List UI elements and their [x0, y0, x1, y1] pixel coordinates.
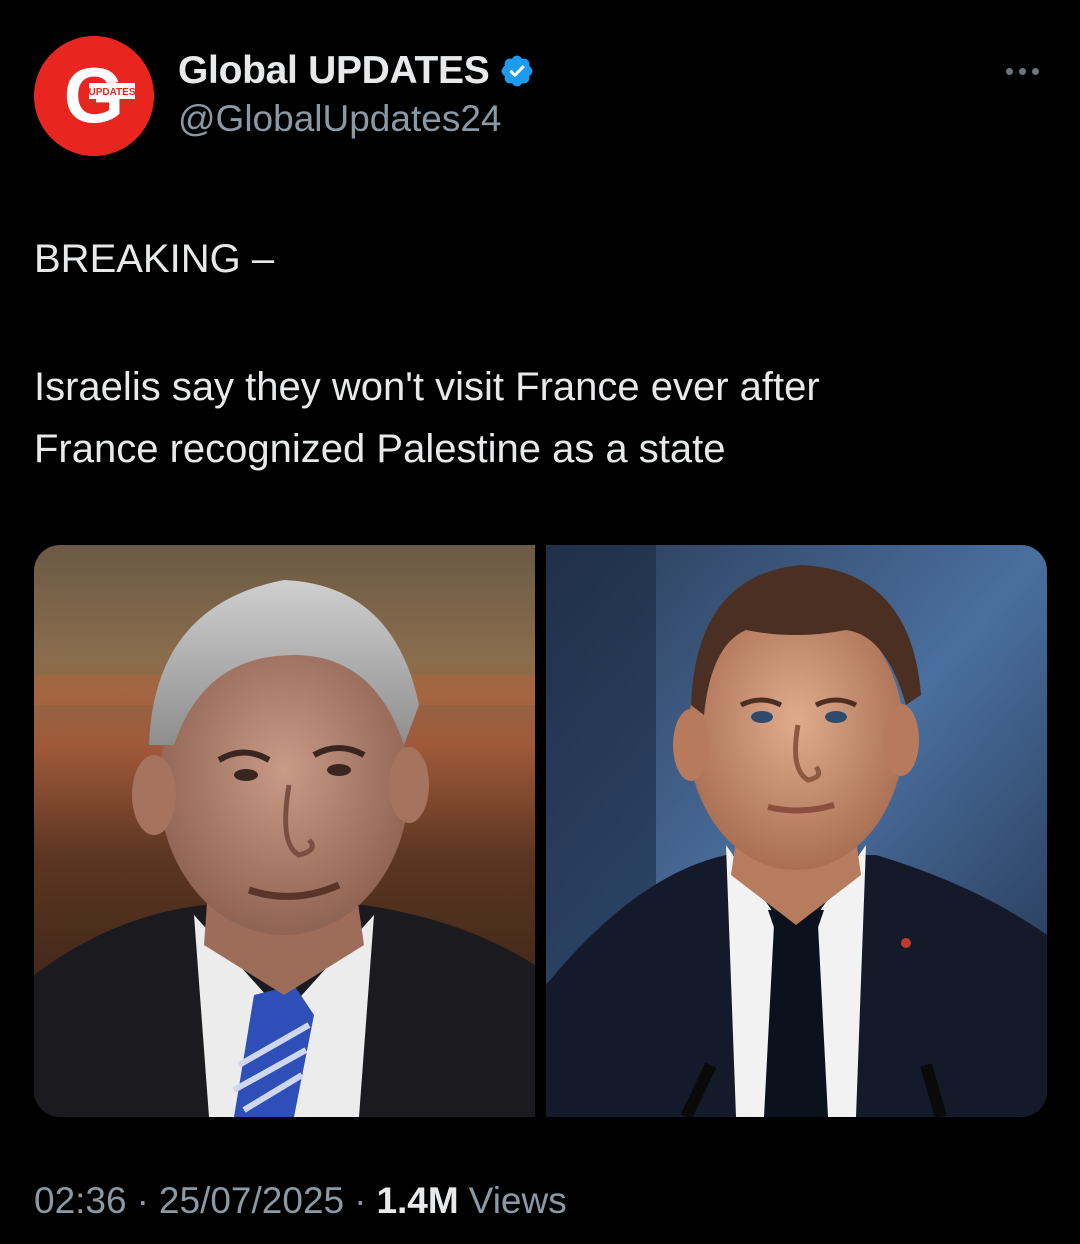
views-count[interactable]: 1.4M: [376, 1180, 458, 1222]
portrait-photo-right-icon: [546, 545, 1047, 1117]
author-name-row[interactable]: Global UPDATES: [178, 48, 535, 94]
photo-right[interactable]: [546, 545, 1047, 1117]
meta-separator: ·: [136, 1180, 149, 1221]
more-dot-icon: [1031, 67, 1039, 75]
tweet-meta: 02:36 · 25/07/2025 · 1.4M Views: [34, 1180, 567, 1222]
display-name[interactable]: Global UPDATES: [178, 49, 490, 93]
tweet-date[interactable]: 25/07/2025: [159, 1180, 344, 1222]
portrait-photo-left-icon: [34, 545, 535, 1117]
more-options-button[interactable]: [996, 56, 1048, 86]
more-dot-icon: [1005, 67, 1013, 75]
avatar-badge-text: UPDATES: [88, 87, 135, 98]
author-handle[interactable]: @GlobalUpdates24: [178, 98, 501, 140]
tweet-body: Israelis say they won't visit France eve…: [34, 356, 1044, 480]
tweet-time[interactable]: 02:36: [34, 1180, 127, 1222]
tweet-body-line: Israelis say they won't visit France eve…: [34, 365, 820, 409]
tweet-card: G UPDATES Global UPDATES @GlobalUpdates2…: [0, 0, 1080, 1244]
tweet-media[interactable]: [34, 545, 1047, 1117]
verified-badge-icon: [499, 53, 535, 89]
more-dot-icon: [1018, 67, 1026, 75]
photo-left[interactable]: [34, 545, 535, 1117]
avatar[interactable]: G UPDATES: [34, 36, 154, 156]
tweet-body-line: France recognized Palestine as a state: [34, 427, 726, 471]
avatar-logo-icon: G UPDATES: [34, 36, 154, 156]
views-label: Views: [468, 1180, 567, 1221]
tweet-heading: BREAKING –: [34, 237, 275, 281]
meta-separator: ·: [354, 1180, 367, 1221]
